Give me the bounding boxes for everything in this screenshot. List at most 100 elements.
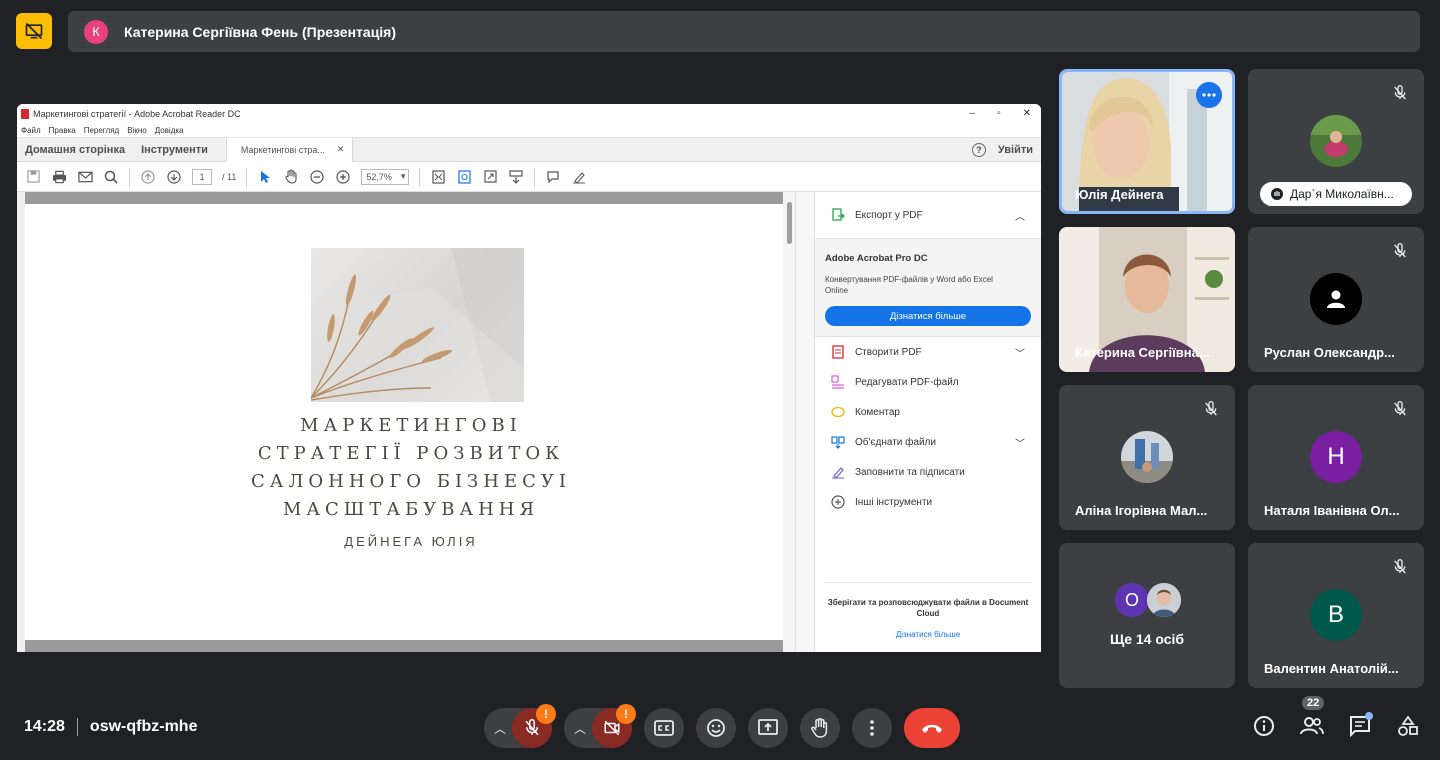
tab-home[interactable]: Домашня сторінка [17, 144, 133, 156]
participant-tile-valentyn[interactable]: В Валентин Анатолій... [1248, 543, 1424, 688]
tool-combine-files[interactable]: Об'єднати файли ﹀ [815, 427, 1041, 457]
scrollbar-thumb[interactable] [787, 202, 793, 244]
meeting-details-button[interactable] [1252, 712, 1276, 740]
tool-fill-sign[interactable]: Заповнити та підписати [815, 457, 1041, 487]
mic-off-icon [1388, 555, 1412, 579]
comment-icon[interactable] [545, 169, 561, 185]
close-icon[interactable]: ✕ [1023, 108, 1031, 119]
tool-edit-pdf[interactable]: Редагувати PDF-файл [815, 367, 1041, 397]
menu-edit[interactable]: Правка [49, 126, 76, 135]
clock-time: 14:28 [24, 718, 65, 735]
hand-raised-icon [1271, 188, 1283, 200]
promo-title: Adobe Acrobat Pro DC [825, 253, 928, 264]
tools-pane-toggle[interactable] [795, 192, 815, 652]
page-number-input[interactable]: 1 [192, 168, 212, 185]
more-options-button[interactable] [1196, 82, 1222, 108]
help-icon[interactable]: ? [971, 143, 986, 157]
fit-page-icon[interactable] [430, 169, 446, 185]
tool-comment[interactable]: Коментар [815, 397, 1041, 427]
print-icon[interactable] [51, 169, 67, 185]
chevron-up-icon[interactable]: ︿ [494, 720, 506, 737]
promo-description: Конвертування PDF-файлів у Word або Exce… [825, 275, 993, 295]
chevron-down-icon[interactable]: ﹀ [1015, 435, 1025, 450]
document-viewport[interactable]: МАРКЕТИНГОВІ СТРАТЕГІЇ РОЗВИТОК САЛОННОГ… [17, 192, 796, 652]
signin-link[interactable]: Увійти [998, 144, 1033, 156]
participant-tile-others[interactable]: О Ще 14 осіб [1059, 543, 1235, 688]
chevron-down-icon[interactable]: ﹀ [1015, 345, 1025, 360]
mic-off-icon [1388, 239, 1412, 263]
tool-label: Редагувати PDF-файл [855, 376, 959, 388]
tool-label: Коментар [855, 406, 900, 418]
tab-document[interactable]: Маркетингові стра... ✕ [225, 137, 354, 162]
slide-heading-line: САЛОННОГО БІЗНЕСУІ [250, 471, 571, 492]
page-down-icon[interactable] [166, 169, 182, 185]
tool-create-pdf[interactable]: Створити PDF ﹀ [815, 337, 1041, 367]
toolbar-divider [129, 167, 130, 186]
warning-badge: ! [536, 704, 557, 724]
rotate-page-icon[interactable] [456, 169, 472, 185]
menu-window[interactable]: Вікно [127, 126, 146, 135]
participant-tile-kateryna[interactable]: Катерина Сергіївна... [1059, 227, 1235, 372]
slide-heading: МАРКЕТИНГОВІ СТРАТЕГІЇ РОЗВИТОК САЛОННОГ… [17, 412, 805, 524]
zoom-in-icon[interactable] [335, 169, 351, 185]
participant-name-chip: Дар`я Миколаївн... [1260, 182, 1412, 206]
participant-tile-darya[interactable]: Дар`я Миколаївн... [1248, 69, 1424, 214]
chevron-up-icon[interactable]: ︿ [1015, 208, 1025, 223]
participant-tile-natalia[interactable]: Н Наталя Іванівна Ол... [1248, 385, 1424, 530]
hand-tool-icon[interactable] [283, 169, 299, 185]
minimize-icon[interactable]: – [970, 108, 976, 119]
tab-tools[interactable]: Інструменти [133, 144, 216, 156]
chevron-up-icon[interactable]: ︿ [574, 720, 586, 737]
meeting-info: 14:28 osw-qfbz-mhe [24, 718, 197, 736]
participant-avatar: Н [1310, 431, 1362, 483]
present-screen-button[interactable] [748, 708, 789, 748]
stop-presenting-icon[interactable] [16, 13, 52, 49]
people-button[interactable]: 22 [1300, 696, 1325, 740]
tools-pane: Експорт у PDF ︿ Adobe Acrobat Pro DC Кон… [815, 192, 1041, 652]
participant-tile-alina[interactable]: Аліна Ігорівна Мал... [1059, 385, 1235, 530]
chat-button[interactable] [1348, 712, 1373, 740]
activities-button[interactable] [1396, 712, 1420, 740]
select-cursor-icon[interactable] [257, 169, 273, 185]
menu-help[interactable]: Довідка [155, 126, 184, 135]
tool-export-pdf[interactable]: Експорт у PDF ︿ [815, 192, 1041, 238]
participant-tile-ruslan[interactable]: Руслан Олександр... [1248, 227, 1424, 372]
learn-more-button[interactable]: Дізнатися більше [825, 306, 1031, 326]
email-icon[interactable] [77, 169, 93, 185]
fullscreen-icon[interactable] [482, 169, 498, 185]
mic-control-group: ︿ ! [484, 704, 557, 748]
tab-close-icon[interactable]: ✕ [337, 144, 345, 155]
captions-button[interactable] [644, 708, 685, 748]
participant-avatar: О [1115, 583, 1149, 617]
participant-avatar [1310, 115, 1362, 167]
tool-label: Заповнити та підписати [855, 466, 965, 478]
more-options-button[interactable] [852, 708, 893, 748]
participant-avatar: В [1310, 589, 1362, 641]
mic-off-icon [1388, 81, 1412, 105]
scroll-mode-icon[interactable] [508, 169, 524, 185]
meeting-code: osw-qfbz-mhe [89, 718, 198, 735]
search-icon[interactable] [103, 169, 119, 185]
participant-name: Наталя Іванівна Ол... [1264, 503, 1400, 518]
acrobat-tabs: Домашня сторінка Інструменти Маркетингов… [17, 137, 1041, 162]
zoom-select[interactable]: 52,7% ▾ [361, 168, 410, 185]
save-icon[interactable] [25, 169, 41, 185]
tool-more-tools[interactable]: Інші інструменти [815, 487, 1041, 517]
menu-view[interactable]: Перегляд [84, 126, 120, 135]
document-scrollbar[interactable] [783, 192, 796, 652]
raise-hand-button[interactable] [800, 708, 841, 748]
page-gap [25, 640, 784, 652]
zoom-out-icon[interactable] [309, 169, 325, 185]
cloud-learn-more-link[interactable]: Дізнатися більше [825, 629, 1031, 640]
others-label: Ще 14 осіб [1109, 631, 1185, 647]
end-call-button[interactable] [904, 708, 961, 748]
participant-name: Дар`я Миколаївн... [1290, 187, 1394, 201]
page-up-icon[interactable] [140, 169, 156, 185]
emoji-button[interactable] [696, 708, 737, 748]
participant-tile-yulia[interactable]: Юлія Дейнега [1059, 69, 1235, 214]
menu-file[interactable]: Файл [21, 126, 41, 135]
tool-label: Створити PDF [855, 346, 922, 358]
maximize-icon[interactable]: ▫ [997, 108, 1001, 119]
presenter-avatar: К [84, 19, 108, 44]
sign-icon[interactable] [571, 169, 587, 185]
